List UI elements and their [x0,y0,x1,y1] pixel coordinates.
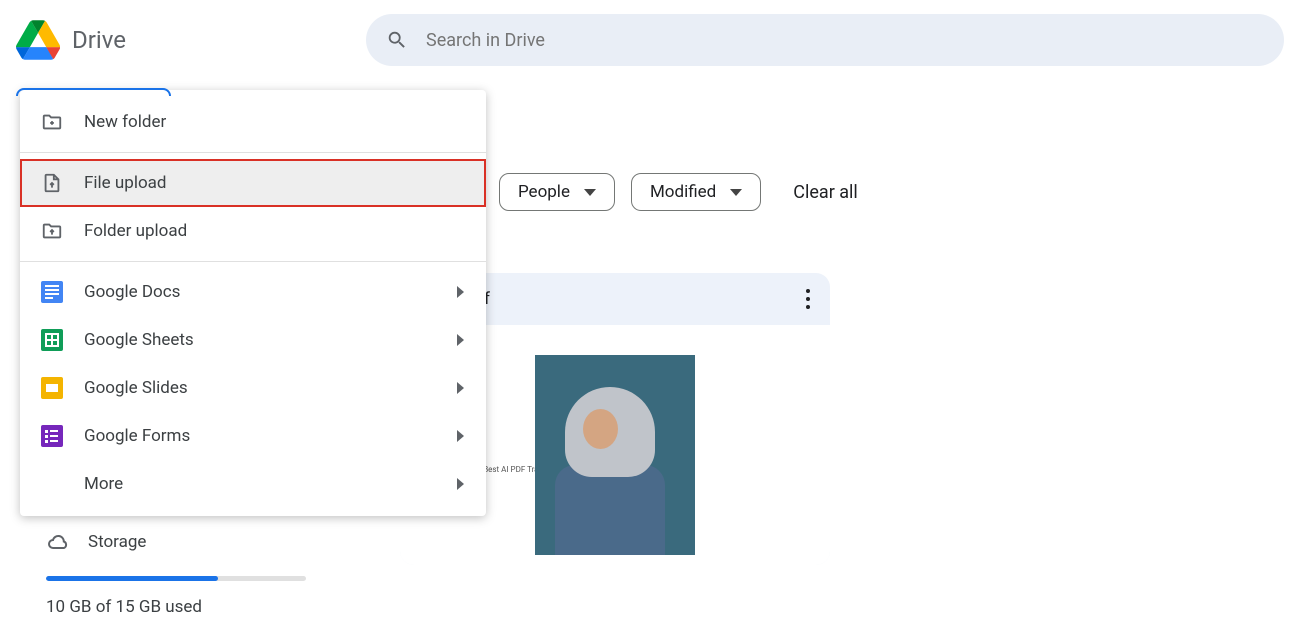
menu-divider [20,152,486,153]
menu-label: Folder upload [84,221,187,241]
filter-chip-modified[interactable]: Modified [631,173,761,211]
filter-chip-people[interactable]: People [499,173,615,211]
chevron-right-icon [457,430,464,442]
menu-file-upload[interactable]: File upload [20,159,486,207]
drive-logo-icon [16,20,60,60]
storage-usage: 10 GB of 15 GB used [46,597,306,617]
menu-label: Google Docs [84,282,180,302]
storage-button[interactable]: Storage [46,530,306,554]
more-options-icon[interactable] [806,289,810,309]
chip-label: Modified [650,182,716,202]
chevron-right-icon [457,382,464,394]
menu-folder-upload[interactable]: Folder upload [20,207,486,255]
menu-label: Google Slides [84,378,188,398]
menu-label: File upload [84,173,166,193]
search-input[interactable] [426,30,1264,51]
chevron-right-icon [457,286,464,298]
docs-icon [40,280,64,304]
storage-section: Storage 10 GB of 15 GB used [46,530,306,617]
blank-icon [40,472,64,496]
chevron-down-icon [584,189,596,196]
menu-divider [20,261,486,262]
slides-icon [40,376,64,400]
menu-label: Google Sheets [84,330,194,350]
chevron-right-icon [457,334,464,346]
folder-upload-icon [40,219,64,243]
menu-label: More [84,474,123,494]
storage-label: Storage [88,532,146,552]
new-button-outline [16,88,171,96]
menu-label: Google Forms [84,426,190,446]
menu-label: New folder [84,112,166,132]
cloud-icon [46,530,70,554]
chip-label: People [518,182,570,202]
main-content: rive Fs ✕ People Modified Clear all UPDF… [400,110,1300,565]
preview-thumbnail [535,355,695,555]
search-icon [386,29,408,51]
menu-google-slides[interactable]: Google Slides [20,364,486,412]
header: Drive [0,0,1300,80]
menu-google-docs[interactable]: Google Docs [20,268,486,316]
clear-all-button[interactable]: Clear all [793,182,858,203]
logo-area[interactable]: Drive [16,20,366,60]
menu-new-folder[interactable]: New folder [20,98,486,146]
chevron-right-icon [457,478,464,490]
search-bar[interactable] [366,14,1284,66]
forms-icon [40,424,64,448]
chevron-down-icon [730,189,742,196]
storage-bar [46,576,306,581]
file-upload-icon [40,171,64,195]
app-name: Drive [72,26,126,54]
filter-row: Fs ✕ People Modified Clear all [400,171,1300,213]
new-menu: New folder File upload Folder upload Goo… [20,90,486,516]
menu-more[interactable]: More [20,460,486,508]
menu-google-sheets[interactable]: Google Sheets [20,316,486,364]
sheets-icon [40,328,64,352]
new-folder-icon [40,110,64,134]
menu-google-forms[interactable]: Google Forms [20,412,486,460]
breadcrumb[interactable]: rive [400,110,1300,143]
